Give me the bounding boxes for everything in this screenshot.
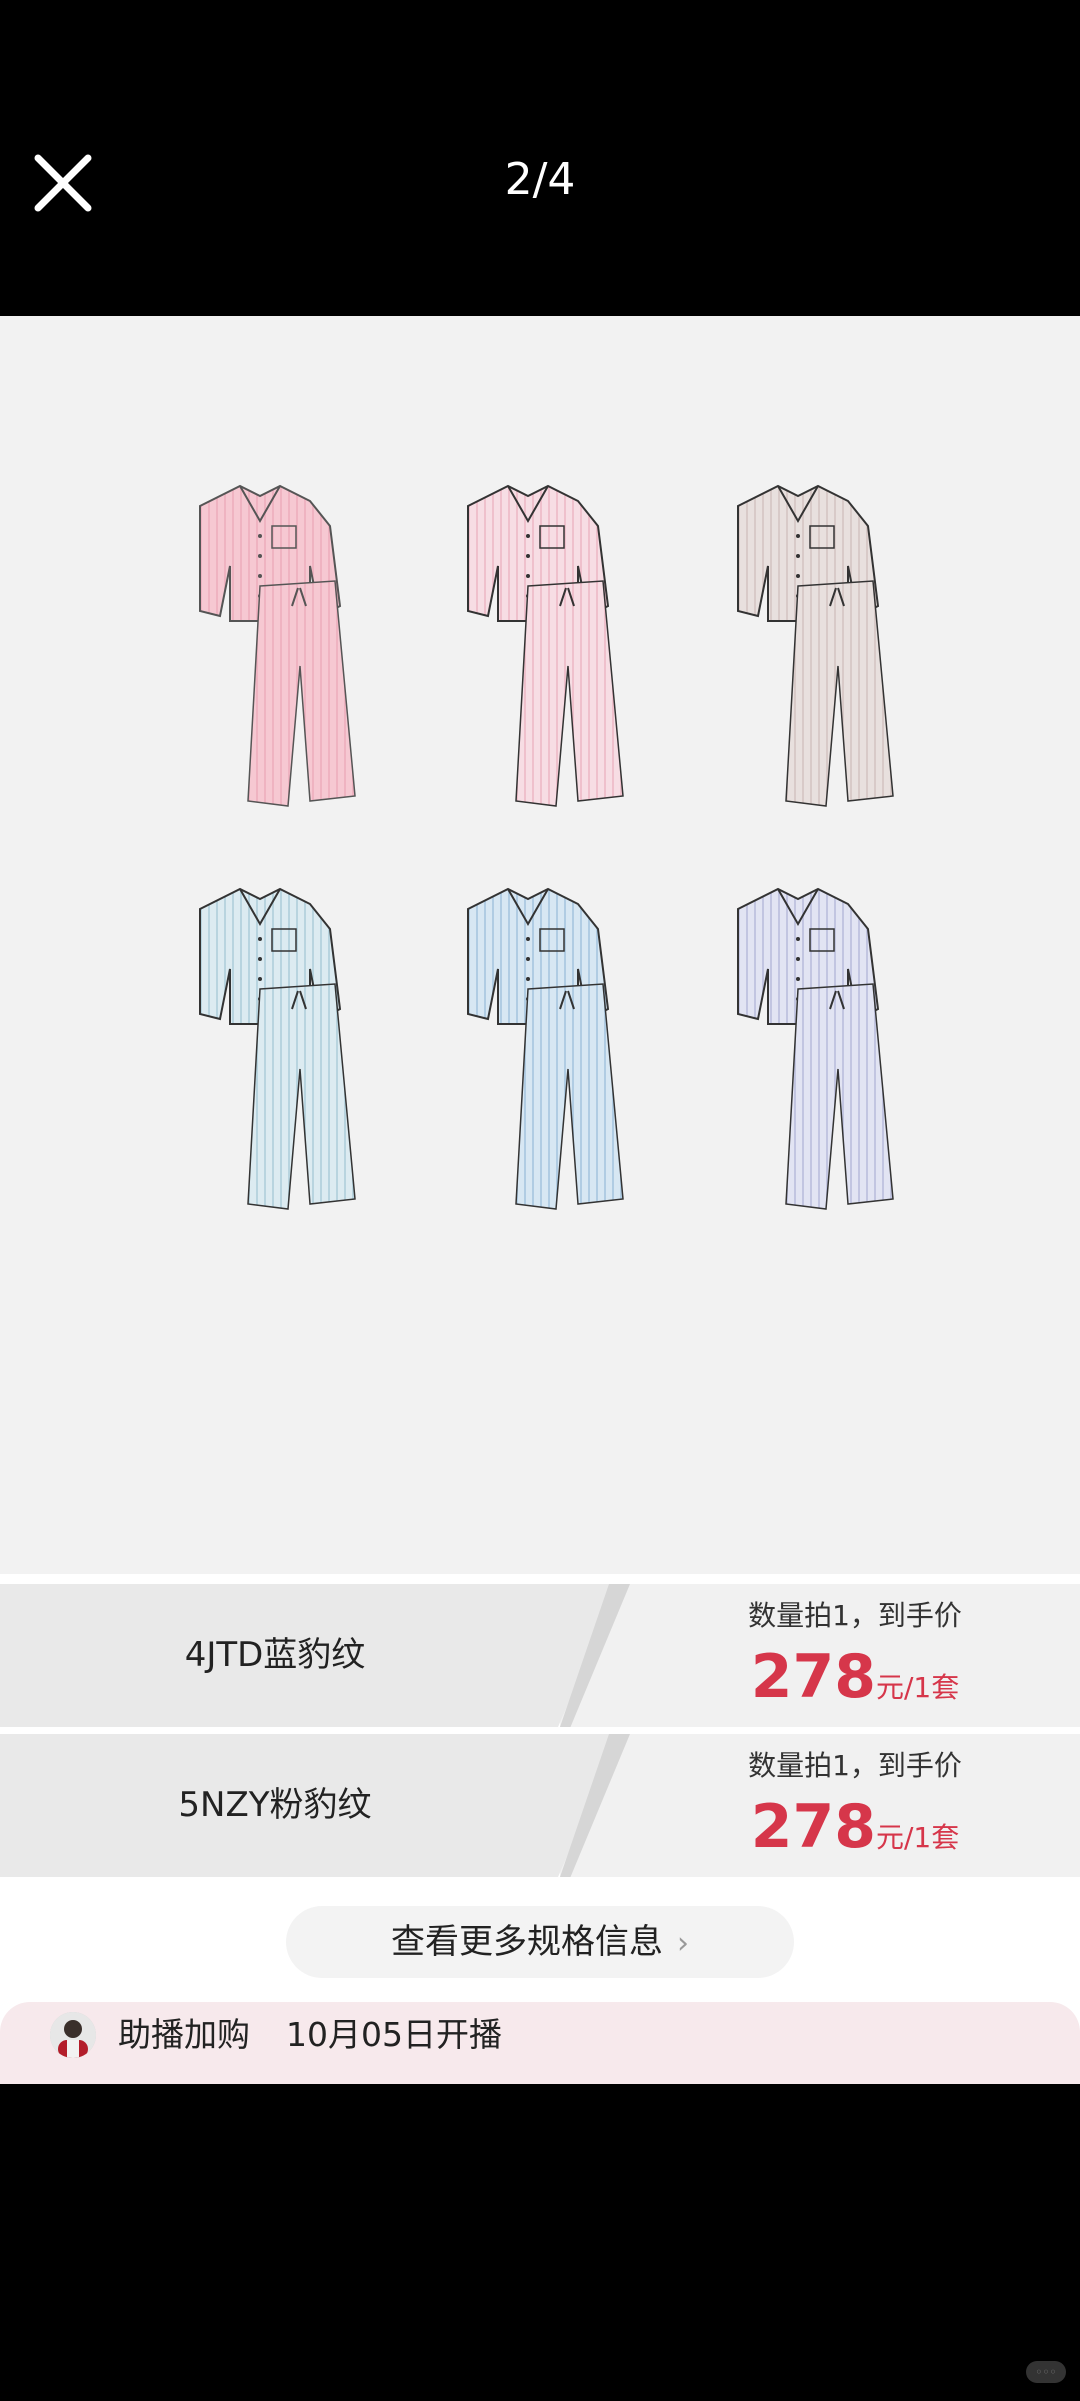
spec-row[interactable]: 4JTD蓝豹纹 数量拍1，到手价 278元/1套 — [0, 1584, 1080, 1727]
price-value: 278 — [750, 1642, 876, 1712]
beige-print-pajama — [698, 466, 938, 826]
watermark-icon: ◦◦◦ — [1026, 2361, 1066, 2383]
price-caption: 数量拍1，到手价 — [748, 1749, 962, 1782]
price-unit: 元/1套 — [876, 1821, 960, 1854]
content: 4JTD蓝豹纹 数量拍1，到手价 278元/1套 5NZY粉豹纹 数量拍1，到手… — [0, 316, 1080, 2084]
live-bar[interactable]: 助播加购 10月05日开播 — [0, 2002, 1080, 2084]
pink-leopard-pajama — [160, 466, 400, 826]
live-label: 助播加购 — [118, 2015, 250, 2054]
blue-stripe-pajama — [428, 869, 668, 1229]
blue-leopard-pajama — [160, 869, 400, 1229]
avatar — [50, 2012, 96, 2058]
price: 278元/1套 — [655, 1642, 1055, 1712]
view-more-specs-button[interactable]: 查看更多规格信息 › — [286, 1906, 794, 1978]
lavender-print-pajama — [698, 869, 938, 1229]
price-caption: 数量拍1，到手价 — [748, 1599, 962, 1632]
product-image[interactable] — [0, 316, 1080, 1574]
spec-name: 4JTD蓝豹纹 — [184, 1635, 366, 1675]
bottom-black-area: ◦◦◦ — [0, 2084, 1080, 2401]
price: 278元/1套 — [655, 1792, 1055, 1862]
live-time: 10月05日开播 — [286, 2015, 502, 2054]
spec-name: 5NZY粉豹纹 — [178, 1785, 372, 1825]
pink-stripe-pajama — [428, 466, 668, 826]
top-bar: 2/4 — [0, 0, 1080, 316]
spec-row[interactable]: 5NZY粉豹纹 数量拍1，到手价 278元/1套 — [0, 1734, 1080, 1877]
chevron-right-icon: › — [677, 1926, 689, 1961]
image-counter: 2/4 — [504, 154, 576, 205]
price-value: 278 — [750, 1792, 876, 1862]
view-more-label: 查看更多规格信息 — [391, 1922, 663, 1962]
price-unit: 元/1套 — [876, 1671, 960, 1704]
